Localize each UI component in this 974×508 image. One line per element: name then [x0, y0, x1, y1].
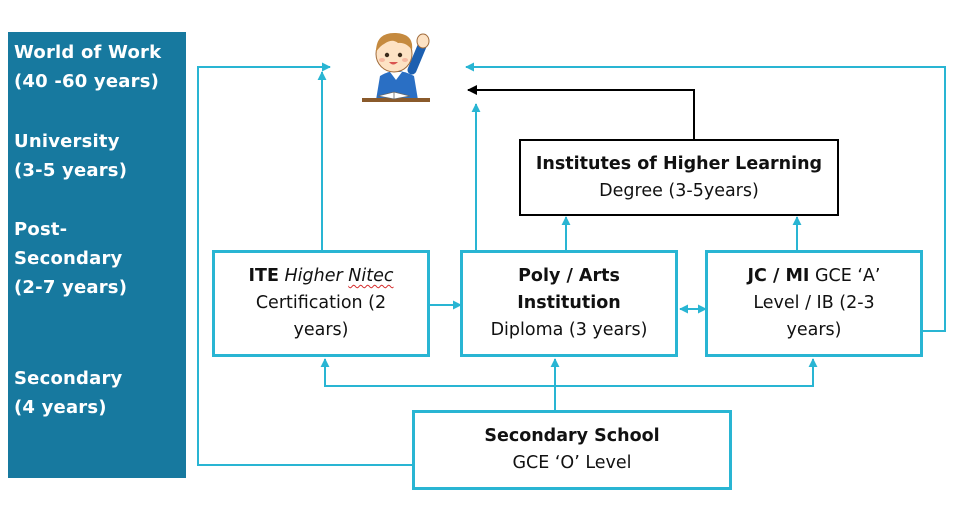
- jc-line2: Level / IB (2-3: [753, 293, 875, 313]
- jc-gce: GCE ‘A’: [814, 266, 881, 286]
- ihl-subtitle: Degree (3-5years): [599, 180, 759, 201]
- arrow-secondary-branch-jc: [555, 358, 818, 387]
- secondary-subtitle: GCE ‘O’ Level: [512, 453, 632, 473]
- jc-name: JC / MI: [747, 266, 810, 286]
- poly-subtitle: Diploma (3 years): [490, 320, 648, 340]
- ite-line2: Certification (2: [255, 293, 387, 313]
- arrow-ihl-to-work: [467, 85, 695, 139]
- secondary-box: Secondary School GCE ‘O’ Level: [412, 410, 732, 490]
- ihl-title: Institutes of Higher Learning: [535, 153, 823, 174]
- poly-title-1: Poly / Arts: [518, 266, 620, 286]
- arrow-secondary-branch: [320, 358, 555, 387]
- jc-line3: years): [786, 320, 842, 340]
- ihl-box: Institutes of Higher Learning Degree (3-…: [519, 139, 839, 216]
- ite-name: ITE: [248, 266, 279, 286]
- student-raising-hand-icon: [362, 32, 430, 102]
- ite-box: ITE Higher Nitec Certification (2 years): [212, 250, 430, 357]
- ite-line3: years): [293, 320, 349, 340]
- poly-box: Poly / Arts Institution Diploma (3 years…: [460, 250, 678, 357]
- secondary-title: Secondary School: [484, 426, 660, 446]
- ite-higher: Higher: [284, 266, 343, 286]
- poly-title-2: Institution: [517, 293, 621, 313]
- jc-box: JC / MI GCE ‘A’ Level / IB (2-3 years): [705, 250, 923, 357]
- ite-nitec: Nitec: [348, 266, 394, 286]
